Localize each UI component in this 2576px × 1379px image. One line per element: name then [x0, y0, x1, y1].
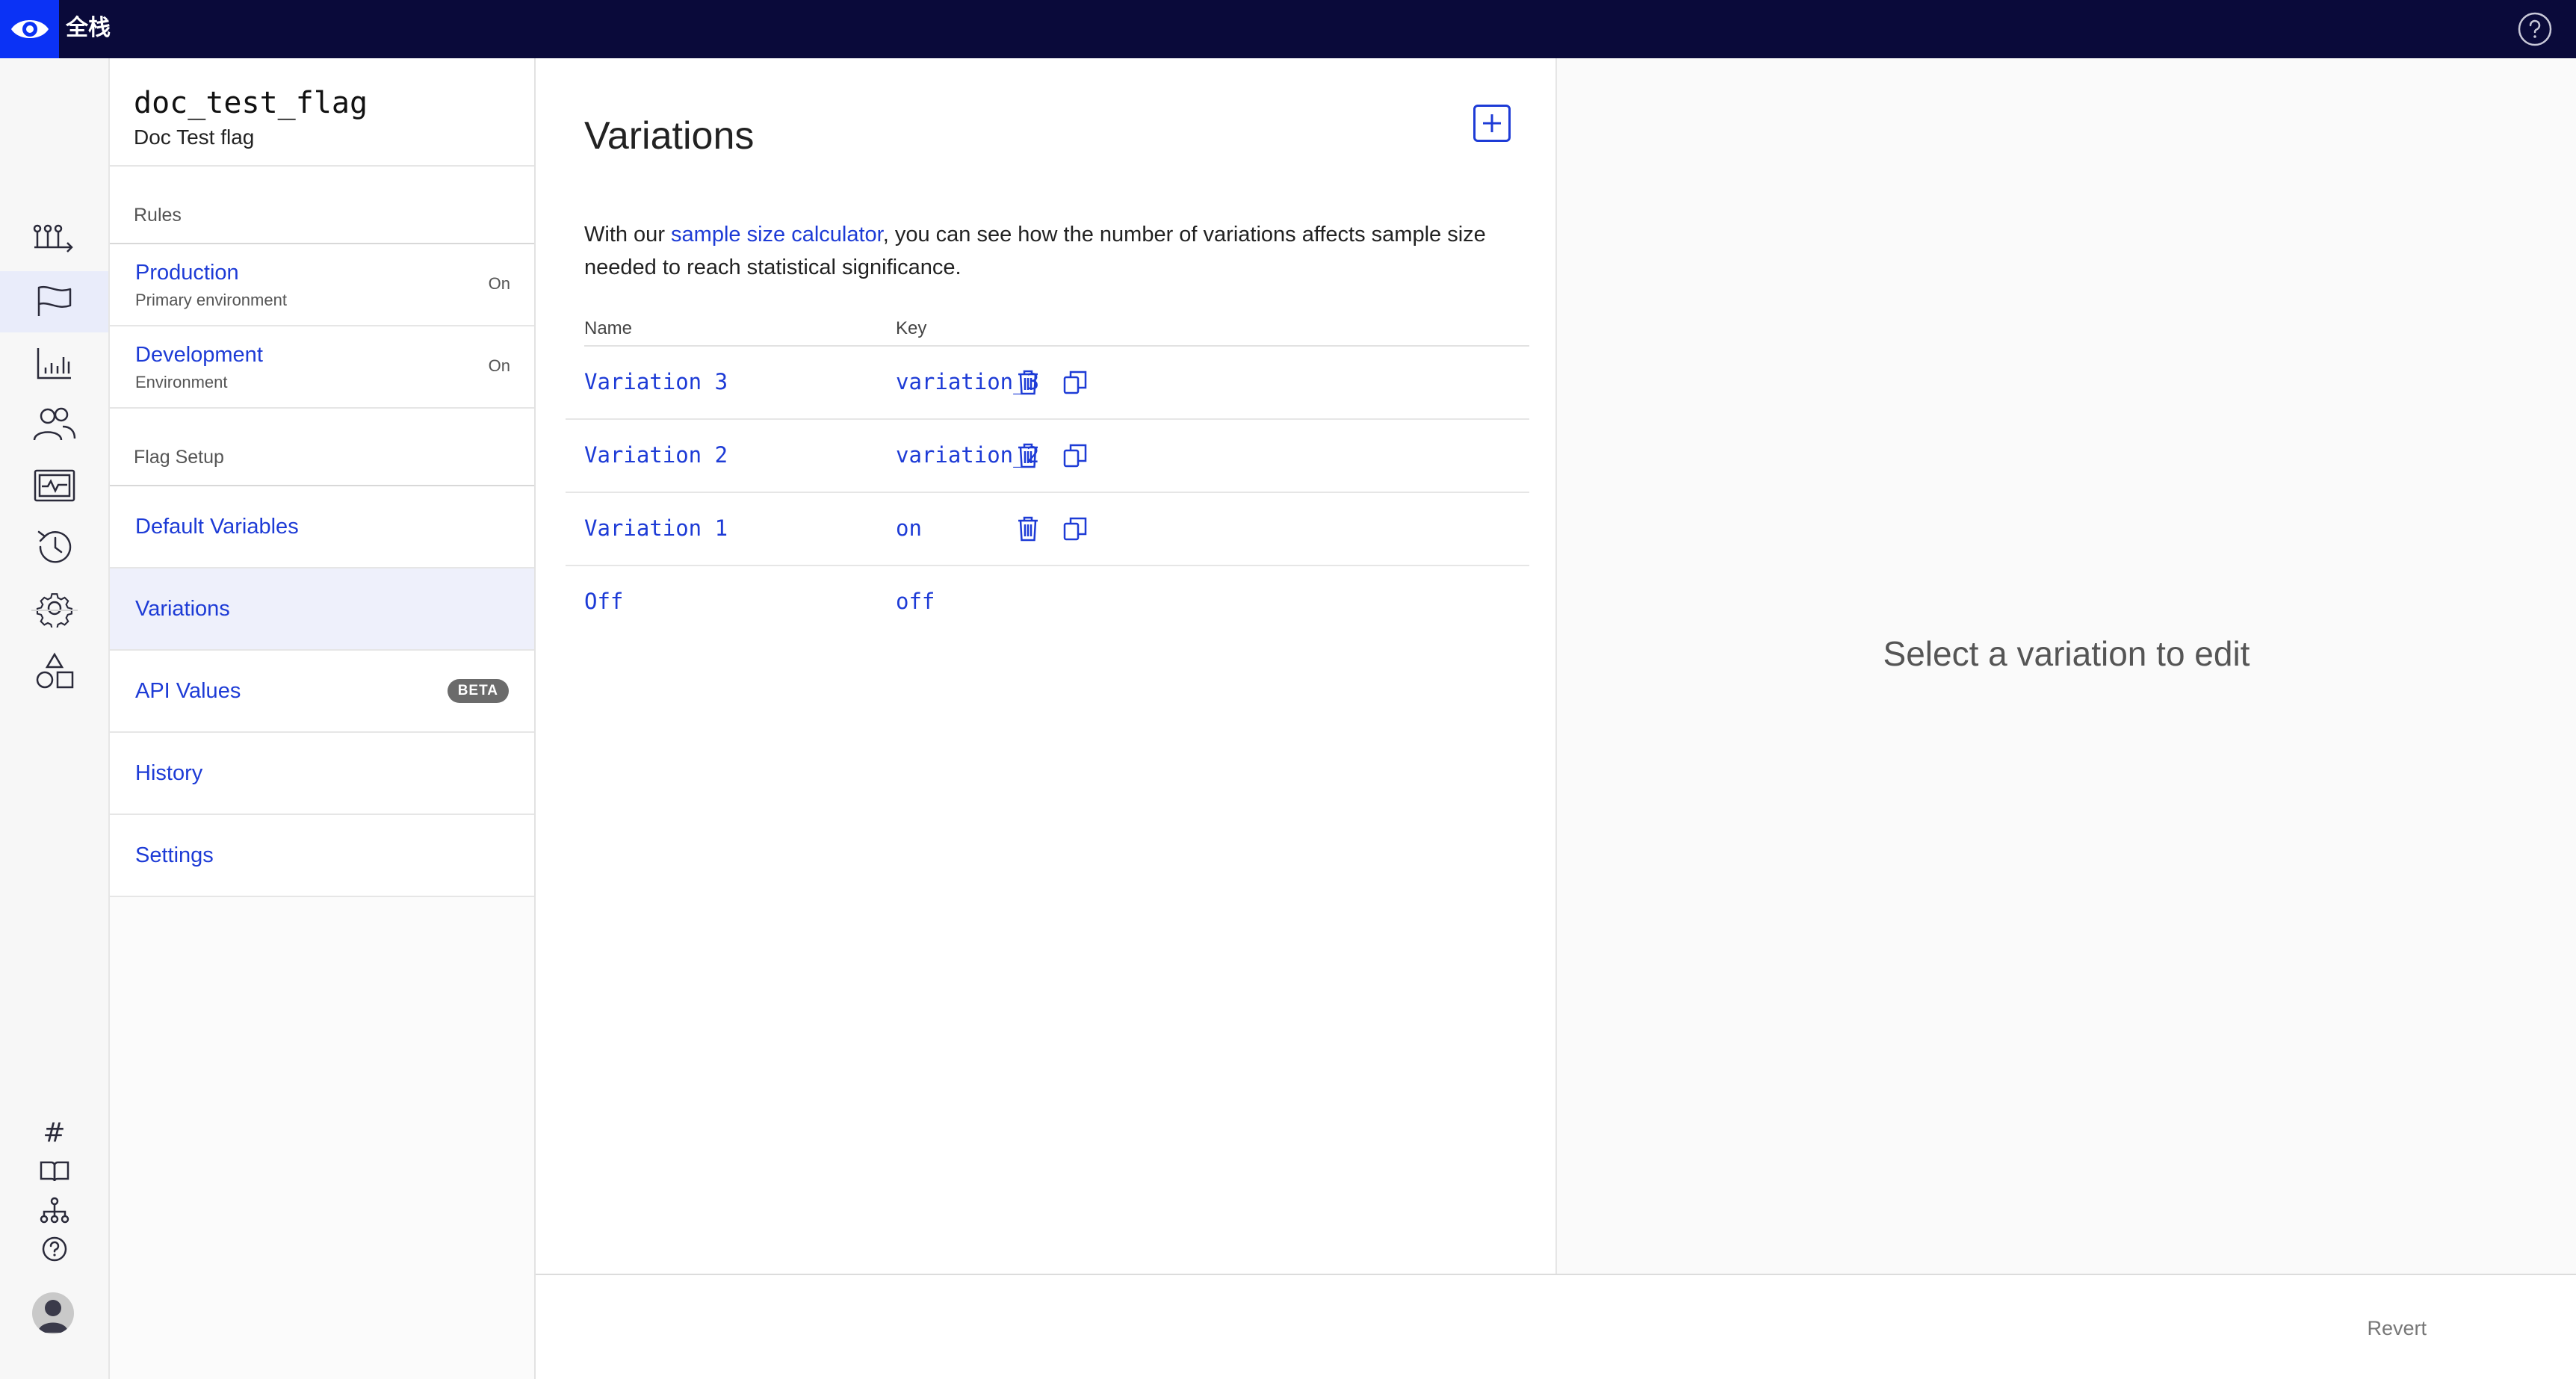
user-avatar-icon — [38, 1300, 68, 1333]
rule-development[interactable]: Development Environment On — [110, 326, 534, 409]
users-icon — [33, 407, 75, 441]
column-header-key: Key — [896, 318, 927, 338]
delete-variation-button[interactable] — [1012, 439, 1044, 472]
hash-icon: # — [43, 1117, 66, 1148]
bar-chart-icon — [37, 348, 71, 379]
rail-divider — [31, 610, 78, 611]
empty-state-message: Select a variation to edit — [1883, 634, 2250, 673]
branch-icon — [33, 224, 73, 252]
brand-name: 全栈 — [66, 16, 111, 40]
rail-item-monitor[interactable] — [0, 455, 108, 516]
help-icon — [2518, 12, 2552, 46]
rail-item-audiences[interactable] — [0, 394, 108, 455]
nav-link-history[interactable]: History — [110, 733, 534, 815]
top-bar: 全栈 — [0, 0, 2576, 58]
nav-link-default-variables[interactable]: Default Variables — [110, 486, 534, 568]
sample-size-calculator-link[interactable]: sample size calculator — [671, 223, 883, 247]
history-icon — [37, 530, 71, 563]
rail-item-history[interactable] — [0, 516, 108, 577]
intro-text: With our sample size calculator, you can… — [584, 218, 1518, 284]
rule-production[interactable]: Production Primary environment On — [110, 244, 534, 326]
rail-item-docs[interactable] — [0, 1153, 108, 1189]
delete-variation-button[interactable] — [1012, 366, 1044, 399]
nav-link-api-values[interactable]: API Values BETA — [110, 651, 534, 733]
rail-item-help[interactable] — [0, 1231, 108, 1267]
nav-link-variations[interactable]: Variations — [110, 568, 534, 651]
book-icon — [40, 1161, 69, 1182]
flag-setup-heading: Flag Setup — [110, 409, 534, 486]
intro-prefix: With our — [584, 223, 672, 247]
left-rail: # — [0, 58, 110, 1379]
flag-header: doc_test_flag Doc Test flag — [110, 58, 534, 167]
variation-name[interactable]: Variation 3 — [584, 369, 728, 394]
delete-variation-button[interactable] — [1012, 512, 1044, 545]
copy-icon — [1063, 444, 1087, 468]
logo[interactable] — [0, 0, 59, 58]
add-variation-button[interactable] — [1473, 105, 1511, 142]
nav-link-settings[interactable]: Settings — [110, 815, 534, 897]
nav-link-label: API Values — [135, 678, 241, 703]
rule-env-state: On — [488, 274, 510, 293]
page-title: Variations — [584, 114, 755, 158]
rule-env-state: On — [488, 356, 510, 375]
table-row[interactable]: Variation 2 variation_2 — [566, 420, 1529, 493]
rail-item-reports[interactable] — [0, 332, 108, 394]
duplicate-variation-button[interactable] — [1059, 512, 1092, 545]
duplicate-variation-button[interactable] — [1059, 439, 1092, 472]
monitor-icon — [34, 469, 75, 502]
revert-button[interactable]: Revert — [2367, 1317, 2427, 1340]
rule-env-name: Production — [135, 261, 239, 285]
plus-icon — [1483, 114, 1501, 132]
nav-link-label: Default Variables — [135, 514, 299, 539]
help-button[interactable] — [2516, 10, 2554, 48]
hierarchy-icon — [40, 1197, 69, 1224]
rail-item-extensions[interactable] — [0, 641, 108, 702]
trash-icon — [1018, 370, 1038, 395]
variation-key: off — [896, 589, 935, 614]
help-circle-icon — [42, 1236, 66, 1262]
flag-nav-panel: doc_test_flag Doc Test flag Rules Produc… — [110, 58, 536, 1379]
variations-panel: Variations With our sample size calculat… — [536, 58, 1557, 1274]
rail-item-hash[interactable]: # — [0, 1115, 108, 1150]
rail-item-experiments[interactable] — [0, 210, 108, 271]
beta-badge: BETA — [447, 679, 509, 703]
column-header-name: Name — [584, 318, 633, 338]
rule-env-type: Environment — [135, 373, 228, 391]
variation-key: on — [896, 515, 922, 541]
rail-item-flags[interactable] — [0, 271, 108, 332]
shapes-icon — [36, 652, 73, 689]
rail-item-org[interactable] — [0, 1192, 108, 1228]
table-header: Name Key — [584, 314, 1529, 347]
table-row[interactable]: Variation 3 variation_3 — [566, 347, 1529, 420]
rail-item-settings[interactable] — [0, 577, 108, 639]
rules-heading: Rules — [110, 167, 534, 244]
nav-link-label: History — [135, 760, 203, 785]
table-row[interactable]: Variation 1 on — [566, 493, 1529, 566]
flag-name: Doc Test flag — [134, 125, 255, 149]
footer-bar: Revert — [536, 1274, 2576, 1379]
variation-name[interactable]: Off — [584, 589, 623, 614]
copy-icon — [1063, 517, 1087, 541]
flag-key: doc_test_flag — [134, 86, 368, 120]
nav-link-label: Variations — [135, 596, 230, 621]
eye-logo-icon — [10, 20, 49, 38]
trash-icon — [1018, 443, 1038, 468]
flag-icon — [37, 285, 71, 316]
table-row[interactable]: Off off — [566, 566, 1529, 639]
variation-detail-panel: Select a variation to edit — [1557, 58, 2576, 1274]
trash-icon — [1018, 516, 1038, 542]
duplicate-variation-button[interactable] — [1059, 366, 1092, 399]
copy-icon — [1063, 371, 1087, 394]
variation-name[interactable]: Variation 1 — [584, 515, 728, 541]
nav-link-label: Settings — [135, 843, 214, 867]
avatar[interactable] — [32, 1292, 74, 1334]
rule-env-name: Development — [135, 343, 263, 367]
variation-name[interactable]: Variation 2 — [584, 442, 728, 468]
gear-icon — [36, 593, 72, 627]
rule-env-type: Primary environment — [135, 291, 287, 309]
